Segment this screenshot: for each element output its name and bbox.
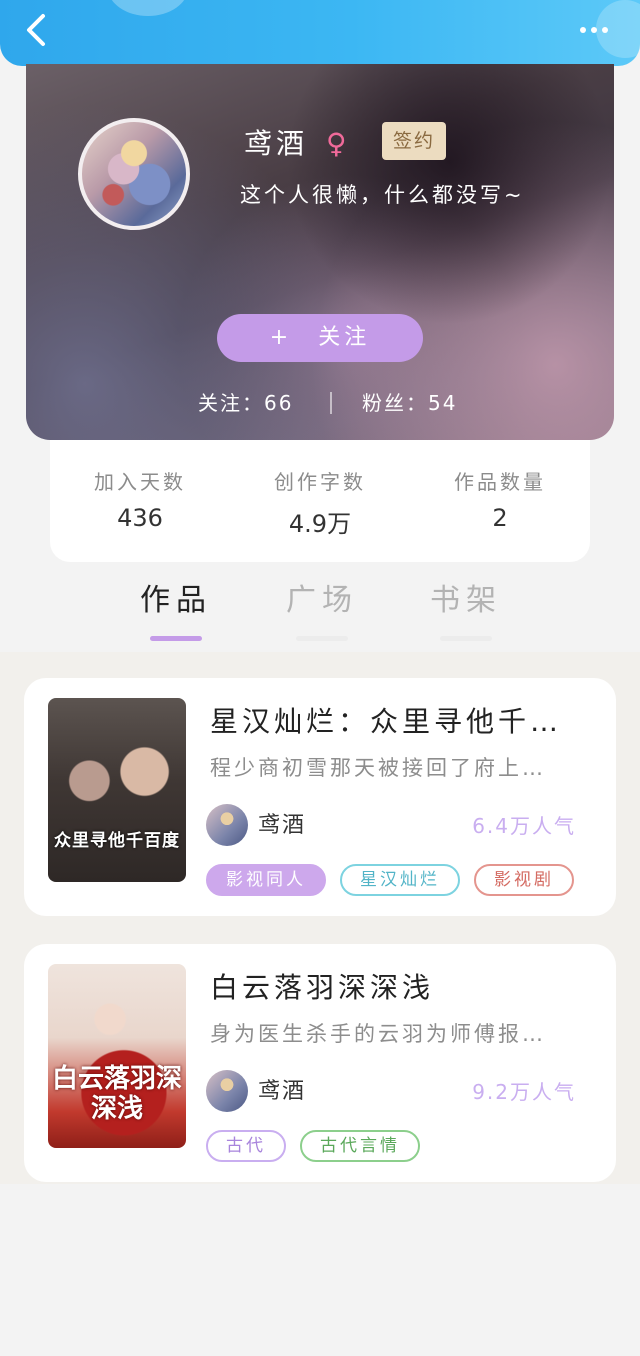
stat-value: 436 xyxy=(117,504,163,532)
cover-title: 白云落羽深深浅 xyxy=(51,1064,182,1124)
tag-chip[interactable]: 古代 xyxy=(206,1130,286,1162)
tag-chip[interactable]: 影视剧 xyxy=(474,864,574,896)
stat-join-days: 加入天数 436 xyxy=(50,440,230,562)
stats-card: 加入天数 436 创作字数 4.9万 作品数量 2 xyxy=(50,440,590,562)
fans-link[interactable]: 粉丝：54 xyxy=(362,386,457,420)
female-icon: ♀ xyxy=(326,127,347,160)
following-label: 关注： xyxy=(198,391,264,415)
book-title: 星汉灿烂：众里寻他千… xyxy=(210,705,563,738)
fans-label: 粉丝： xyxy=(362,391,428,415)
book-title: 白云落羽深深浅 xyxy=(210,971,435,1004)
book-cover[interactable]: 白云落羽深深浅 xyxy=(48,964,186,1148)
fans-count: 54 xyxy=(428,391,458,415)
tab-label: 作品 xyxy=(140,583,212,618)
popularity-count: 6.4万人气 xyxy=(472,814,576,838)
divider xyxy=(330,392,332,414)
stat-value: 2 xyxy=(492,504,508,532)
work-card[interactable]: 众里寻他千百度 星汉灿烂：众里寻他千… 程少商初雪那天被接回了府上… 鸢酒 6.… xyxy=(24,678,616,916)
follow-button[interactable]: + 关注 xyxy=(217,314,423,362)
stat-label: 创作字数 xyxy=(274,470,366,494)
tag-chip[interactable]: 古代言情 xyxy=(300,1130,420,1162)
tab-indicator xyxy=(296,636,348,641)
user-bio: 这个人很懒，什么都没写~ xyxy=(240,183,525,207)
tab-bar: 作品 广场 书架 xyxy=(0,574,640,650)
tag-chip[interactable]: 星汉灿烂 xyxy=(340,864,460,896)
following-count: 66 xyxy=(264,391,294,415)
stat-label: 加入天数 xyxy=(94,470,186,494)
book-cover[interactable]: 众里寻他千百度 xyxy=(48,698,186,882)
tab-works[interactable]: 作品 xyxy=(116,580,236,641)
tag-list: 影视同人 星汉灿烂 影视剧 xyxy=(206,864,574,898)
back-button[interactable] xyxy=(20,12,52,48)
tab-bookshelf[interactable]: 书架 xyxy=(406,580,526,641)
stat-word-count: 创作字数 4.9万 xyxy=(230,440,410,562)
author-name: 鸢酒 xyxy=(258,1079,307,1104)
author-avatar xyxy=(206,804,248,846)
cover-title: 众里寻他千百度 xyxy=(54,831,180,851)
more-dot xyxy=(602,27,608,33)
stat-value: 4.9万 xyxy=(288,510,352,538)
popularity-count: 9.2万人气 xyxy=(472,1080,576,1104)
stat-works-count: 作品数量 2 xyxy=(410,440,590,562)
author-avatar xyxy=(206,1070,248,1112)
tab-square[interactable]: 广场 xyxy=(262,580,382,641)
tag-list: 古代 古代言情 xyxy=(206,1130,420,1164)
work-card[interactable]: 白云落羽深深浅 白云落羽深深浅 身为医生杀手的云羽为师傅报… 鸢酒 9.2万人气… xyxy=(24,944,616,1182)
tab-label: 书架 xyxy=(430,583,502,618)
tab-indicator xyxy=(150,636,202,641)
tab-indicator xyxy=(440,636,492,641)
more-dot xyxy=(591,27,597,33)
profile-hero: 鸢酒 ♀ 签约 这个人很懒，什么都没写~ + 关注 关注：66 粉丝：54 xyxy=(26,64,614,440)
signed-badge: 签约 xyxy=(382,122,446,160)
following-link[interactable]: 关注：66 xyxy=(198,386,293,420)
tag-chip[interactable]: 影视同人 xyxy=(206,864,326,896)
follow-stats: 关注：66 粉丝：54 xyxy=(26,386,614,420)
decor-bubble xyxy=(108,0,188,16)
works-list: 众里寻他千百度 星汉灿烂：众里寻他千… 程少商初雪那天被接回了府上… 鸢酒 6.… xyxy=(0,652,640,1184)
tab-label: 广场 xyxy=(286,583,358,618)
book-description: 程少商初雪那天被接回了府上… xyxy=(210,756,546,780)
more-dots-icon xyxy=(580,27,586,33)
stat-label: 作品数量 xyxy=(454,470,546,494)
user-name: 鸢酒 xyxy=(244,127,309,160)
book-description: 身为医生杀手的云羽为师傅报… xyxy=(210,1022,546,1046)
avatar[interactable] xyxy=(78,118,190,230)
chevron-left-icon xyxy=(27,14,45,46)
author-name: 鸢酒 xyxy=(258,813,307,838)
top-bar xyxy=(0,0,640,66)
more-button[interactable] xyxy=(574,16,614,44)
